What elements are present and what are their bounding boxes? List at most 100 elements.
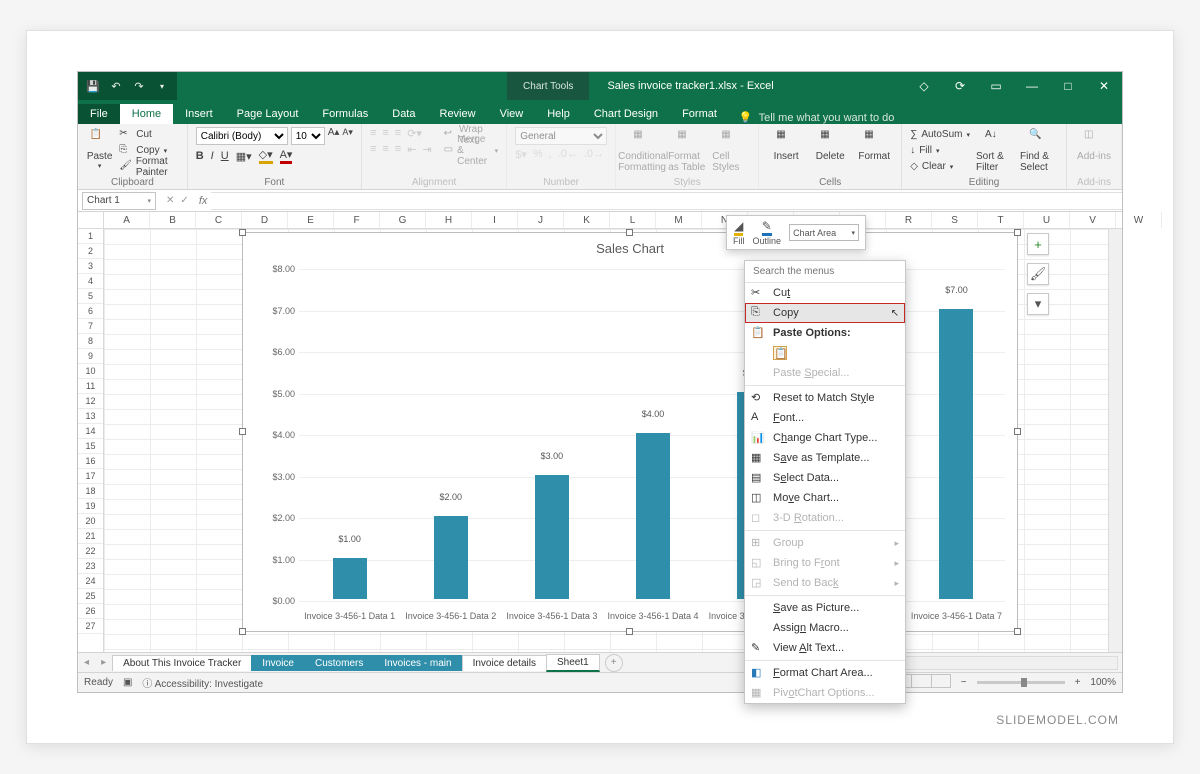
- col-header[interactable]: I: [472, 212, 518, 228]
- new-sheet-button[interactable]: +: [605, 654, 623, 672]
- account-icon[interactable]: ◇: [906, 72, 942, 100]
- underline-button[interactable]: U: [221, 150, 229, 162]
- tab-file[interactable]: File: [78, 104, 120, 124]
- tab-formulas[interactable]: Formulas: [310, 104, 380, 124]
- close-button[interactable]: ✕: [1086, 72, 1122, 100]
- fill-button[interactable]: ◢Fill: [733, 219, 745, 246]
- row-header[interactable]: 18: [78, 484, 103, 499]
- sheet-tab-customers[interactable]: Customers: [304, 655, 374, 671]
- sync-icon[interactable]: ⟳: [942, 72, 978, 100]
- sort-filter-button[interactable]: A↓Sort & Filter: [976, 127, 1014, 173]
- col-header[interactable]: G: [380, 212, 426, 228]
- fx-label[interactable]: fx: [195, 195, 212, 207]
- sheet-tab-sheet1[interactable]: Sheet1: [546, 654, 600, 672]
- tab-page-layout[interactable]: Page Layout: [225, 104, 311, 124]
- font-color-button[interactable]: A▾: [280, 148, 293, 164]
- row-header[interactable]: 25: [78, 589, 103, 604]
- chart-bar[interactable]: [535, 475, 569, 600]
- menu-copy[interactable]: ⎘Copy↖: [745, 303, 905, 323]
- paste-button[interactable]: 📋Paste▾: [86, 127, 113, 170]
- row-header[interactable]: 11: [78, 379, 103, 394]
- row-header[interactable]: 15: [78, 439, 103, 454]
- row-header[interactable]: 17: [78, 469, 103, 484]
- menu-font[interactable]: AFont...: [745, 408, 905, 428]
- redo-icon[interactable]: ↷: [132, 79, 146, 93]
- col-header[interactable]: V: [1070, 212, 1116, 228]
- outline-button[interactable]: ✎Outline: [753, 219, 782, 246]
- formula-bar[interactable]: [211, 192, 1122, 210]
- tab-insert[interactable]: Insert: [173, 104, 225, 124]
- chart-styles-button[interactable]: 🖌: [1027, 263, 1049, 285]
- row-header[interactable]: 1: [78, 229, 103, 244]
- row-header[interactable]: 9: [78, 349, 103, 364]
- fill-button[interactable]: ↓Fill▾: [910, 143, 970, 158]
- col-header[interactable]: H: [426, 212, 472, 228]
- tab-format[interactable]: Format: [670, 104, 729, 124]
- col-header[interactable]: W: [1116, 212, 1162, 228]
- sheet-nav-next[interactable]: ▸: [95, 657, 112, 668]
- sheet-tab-invoice-details[interactable]: Invoice details: [462, 655, 547, 671]
- zoom-in-button[interactable]: +: [1075, 677, 1081, 688]
- row-header[interactable]: 19: [78, 499, 103, 514]
- tab-data[interactable]: Data: [380, 104, 427, 124]
- ribbon-options-icon[interactable]: ▭: [978, 72, 1014, 100]
- col-header[interactable]: C: [196, 212, 242, 228]
- col-header[interactable]: B: [150, 212, 196, 228]
- row-header[interactable]: 23: [78, 559, 103, 574]
- menu-search-input[interactable]: [745, 261, 905, 283]
- resize-handle[interactable]: [1014, 428, 1021, 435]
- worksheet-grid[interactable]: 1234567891011121314151617181920212223242…: [78, 212, 1122, 652]
- zoom-level[interactable]: 100%: [1090, 677, 1116, 688]
- menu-format-chart-area[interactable]: ◧Format Chart Area...: [745, 663, 905, 683]
- row-header[interactable]: 8: [78, 334, 103, 349]
- resize-handle[interactable]: [1014, 628, 1021, 635]
- menu-change-chart-type[interactable]: 📊Change Chart Type...: [745, 428, 905, 448]
- tab-review[interactable]: Review: [428, 104, 488, 124]
- insert-cells-button[interactable]: ▦Insert: [767, 127, 805, 162]
- delete-cells-button[interactable]: ▦Delete: [811, 127, 849, 162]
- chart-bar[interactable]: [636, 433, 670, 599]
- row-header[interactable]: 26: [78, 604, 103, 619]
- row-header[interactable]: 27: [78, 619, 103, 634]
- col-header[interactable]: E: [288, 212, 334, 228]
- menu-save-picture[interactable]: Save as Picture...: [745, 598, 905, 618]
- row-header[interactable]: 3: [78, 259, 103, 274]
- col-header[interactable]: S: [932, 212, 978, 228]
- bold-button[interactable]: B: [196, 150, 204, 162]
- resize-handle[interactable]: [626, 628, 633, 635]
- cancel-formula-icon[interactable]: ✕: [166, 195, 174, 206]
- find-select-button[interactable]: 🔍Find & Select: [1020, 127, 1058, 173]
- chart-title[interactable]: Sales Chart: [243, 233, 1017, 260]
- row-header[interactable]: 12: [78, 394, 103, 409]
- row-header[interactable]: 21: [78, 529, 103, 544]
- format-painter-button[interactable]: 🖌Format Painter: [119, 159, 179, 174]
- row-header[interactable]: 2: [78, 244, 103, 259]
- row-header[interactable]: 7: [78, 319, 103, 334]
- row-header[interactable]: 16: [78, 454, 103, 469]
- clear-button[interactable]: ◇Clear▾: [910, 159, 970, 174]
- col-header[interactable]: A: [104, 212, 150, 228]
- col-header[interactable]: D: [242, 212, 288, 228]
- row-header[interactable]: 14: [78, 424, 103, 439]
- tab-view[interactable]: View: [488, 104, 536, 124]
- chart-area-dropdown[interactable]: Chart Area▾: [789, 224, 859, 241]
- menu-assign-macro[interactable]: Assign Macro...: [745, 618, 905, 638]
- macro-record-icon[interactable]: ▣: [123, 677, 132, 688]
- font-name-select[interactable]: Calibri (Body): [196, 127, 288, 145]
- chart-filters-button[interactable]: ▾: [1027, 293, 1049, 315]
- accessibility-status[interactable]: ⓘ Accessibility: Investigate: [142, 675, 263, 690]
- menu-cut[interactable]: ✂Cut: [745, 283, 905, 303]
- tab-chart-design[interactable]: Chart Design: [582, 104, 670, 124]
- qat-customize-icon[interactable]: ▾: [155, 79, 169, 93]
- autosum-button[interactable]: ∑AutoSum▾: [910, 127, 970, 142]
- row-header[interactable]: 22: [78, 544, 103, 559]
- chart-elements-button[interactable]: +: [1027, 233, 1049, 255]
- horizontal-scrollbar[interactable]: [894, 656, 1118, 670]
- row-header[interactable]: 24: [78, 574, 103, 589]
- row-headers[interactable]: 1234567891011121314151617181920212223242…: [78, 212, 104, 652]
- menu-move-chart[interactable]: ◫Move Chart...: [745, 488, 905, 508]
- chart-bar[interactable]: [333, 558, 367, 600]
- sheet-nav-prev[interactable]: ◂: [78, 657, 95, 668]
- sheet-tab-invoices-main[interactable]: Invoices - main: [373, 655, 462, 671]
- tab-help[interactable]: Help: [535, 104, 582, 124]
